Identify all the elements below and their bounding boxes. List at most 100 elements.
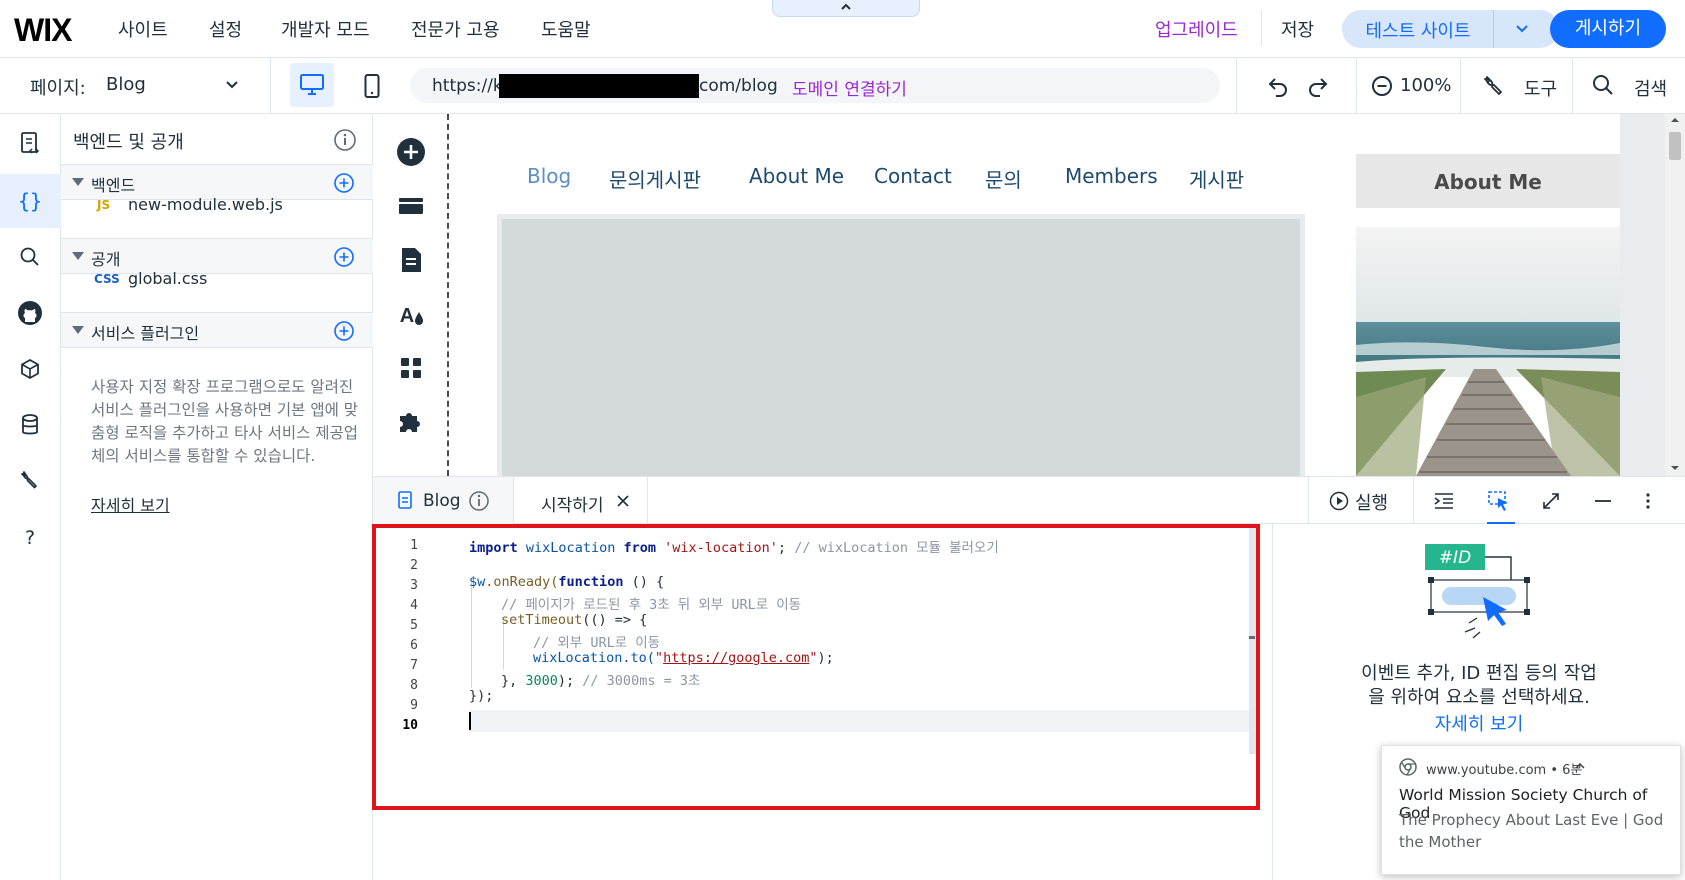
close-icon[interactable] — [617, 495, 629, 507]
zoom-out-icon[interactable] — [1371, 75, 1393, 97]
scroll-thumb[interactable] — [1669, 132, 1681, 160]
add-circle-icon[interactable] — [333, 246, 355, 268]
tab-getting-started[interactable]: 시작하기 — [541, 491, 604, 516]
divider — [1236, 58, 1237, 114]
file-new-module[interactable]: new-module.web.js — [128, 195, 283, 214]
more-options-icon[interactable] — [1643, 491, 1653, 511]
database-icon[interactable] — [13, 408, 47, 442]
pages-code-icon[interactable] — [13, 126, 47, 160]
learn-more-link[interactable]: 자세히 보기 — [91, 492, 170, 516]
search-button[interactable]: 검색 — [1634, 75, 1667, 101]
section-service-plugins[interactable]: 서비스 플러그인 — [61, 312, 373, 348]
help-text-line-2: 을 위하여 요소를 선택하세요. — [1368, 687, 1590, 708]
page-label: 페이지: — [30, 78, 86, 99]
divider — [1493, 10, 1494, 48]
menu-settings[interactable]: 설정 — [209, 16, 242, 42]
upgrade-link[interactable]: 업그레이드 — [1155, 16, 1238, 42]
nav-inquiry-board[interactable]: 문의게시판 — [609, 164, 701, 193]
connect-domain-link[interactable]: 도메인 연결하기 — [792, 75, 907, 100]
chevron-up-icon[interactable] — [1575, 762, 1585, 770]
section-label: 공개 — [91, 250, 121, 269]
site-url-bar[interactable]: https://k com/blog 도메인 연결하기 — [410, 68, 1220, 103]
test-site-label: 테스트 사이트 — [1365, 21, 1471, 42]
divider — [647, 477, 648, 525]
divider — [1356, 58, 1357, 114]
wrench-icon[interactable] — [13, 464, 47, 498]
element-picker-icon[interactable] — [1487, 490, 1511, 512]
run-button[interactable]: 실행 — [1355, 489, 1388, 515]
svg-text:{}: {} — [18, 189, 42, 213]
save-button[interactable]: 저장 — [1281, 16, 1314, 42]
play-icon[interactable] — [1329, 491, 1349, 511]
search-icon — [1593, 75, 1613, 95]
scroll-down-icon[interactable] — [1670, 464, 1680, 472]
menu-help[interactable]: 도움말 — [541, 16, 591, 42]
nav-contact[interactable]: Contact — [874, 164, 952, 188]
page-selector[interactable]: Blog — [106, 74, 146, 95]
zoom-level[interactable]: 100% — [1400, 75, 1451, 96]
collapse-topbar-button[interactable] — [772, 0, 920, 17]
nav-members[interactable]: Members — [1065, 164, 1158, 188]
browser-notification[interactable]: www.youtube.com • 6분 World Mission Socie… — [1381, 745, 1681, 875]
business-plugins-icon[interactable] — [393, 404, 429, 440]
menu-dev-mode[interactable]: 개발자 모드 — [281, 16, 370, 42]
test-site-button[interactable]: 테스트 사이트 — [1342, 10, 1559, 48]
info-icon[interactable] — [468, 490, 490, 512]
tab-blog-label[interactable]: Blog — [423, 491, 461, 511]
pages-icon[interactable] — [393, 242, 429, 278]
chrome-icon — [1399, 758, 1417, 776]
mobile-view-button[interactable] — [352, 66, 392, 106]
github-icon[interactable] — [13, 296, 47, 330]
menu-site[interactable]: 사이트 — [118, 16, 168, 42]
image-placeholder[interactable] — [497, 214, 1305, 476]
file-global-css[interactable]: global.css — [128, 269, 207, 288]
indent-icon[interactable] — [1433, 491, 1455, 511]
apps-grid-icon[interactable] — [393, 350, 429, 386]
top-bar: WIX 사이트 설정 개발자 모드 전문가 고용 도움말 업그레이드 저장 테스… — [0, 0, 1685, 58]
chevron-down-icon[interactable] — [1514, 22, 1530, 36]
scroll-up-icon[interactable] — [1670, 116, 1680, 124]
svg-text:?: ? — [25, 527, 35, 549]
divider — [1261, 10, 1262, 46]
package-icon[interactable] — [13, 352, 47, 386]
js-file-icon: JS — [97, 198, 111, 212]
canvas-scrollbar[interactable] — [1665, 114, 1685, 476]
undo-icon[interactable] — [1266, 74, 1290, 98]
divider — [1460, 58, 1461, 114]
publish-button[interactable]: 게시하기 — [1550, 10, 1666, 48]
theme-design-icon[interactable]: A — [393, 296, 429, 332]
section-public[interactable]: 공개 — [61, 238, 373, 274]
redo-icon[interactable] — [1306, 74, 1330, 98]
help-text: 이벤트 추가, ID 편집 등의 작업 을 위하여 요소를 선택하세요. — [1273, 662, 1685, 710]
search-icon[interactable] — [13, 240, 47, 274]
site-canvas: Blog 문의게시판 About Me Contact 문의 Members 게… — [449, 114, 1620, 476]
about-me-header[interactable]: About Me — [1356, 154, 1620, 208]
nav-about-me[interactable]: About Me — [749, 164, 844, 188]
minimize-icon[interactable] — [1593, 491, 1613, 511]
svg-text:A: A — [400, 305, 414, 327]
expand-icon[interactable] — [1541, 491, 1561, 511]
menu-hire-expert[interactable]: 전문가 고용 — [411, 16, 500, 42]
add-circle-icon[interactable] — [333, 320, 355, 342]
collapse-triangle-icon — [72, 178, 84, 186]
code-braces-icon[interactable]: {} — [13, 184, 47, 218]
chevron-down-icon[interactable] — [224, 78, 240, 92]
add-circle-icon[interactable] — [333, 172, 355, 194]
sections-icon[interactable] — [393, 188, 429, 224]
beach-boardwalk-image[interactable] — [1356, 227, 1620, 476]
url-text: https://k — [432, 76, 503, 96]
desktop-view-button[interactable] — [290, 63, 334, 107]
chevron-up-icon — [841, 3, 851, 10]
help-text-line-1: 이벤트 추가, ID 편집 등의 작업 — [1361, 663, 1597, 684]
help-learn-more-link[interactable]: 자세히 보기 — [1273, 710, 1685, 736]
tools-button[interactable]: 도구 — [1524, 75, 1557, 101]
info-icon[interactable] — [333, 128, 357, 152]
wix-logo[interactable]: WIX — [14, 12, 72, 49]
backend-public-panel: 백엔드 및 공개 백엔드 JS new-module.web.js 공개 CSS… — [61, 114, 373, 880]
divider — [513, 477, 514, 525]
nav-inquiry[interactable]: 문의 — [985, 164, 1022, 193]
add-element-icon[interactable] — [393, 134, 429, 170]
nav-blog[interactable]: Blog — [527, 164, 571, 188]
nav-board[interactable]: 게시판 — [1189, 164, 1244, 193]
help-icon[interactable]: ? — [13, 520, 47, 554]
